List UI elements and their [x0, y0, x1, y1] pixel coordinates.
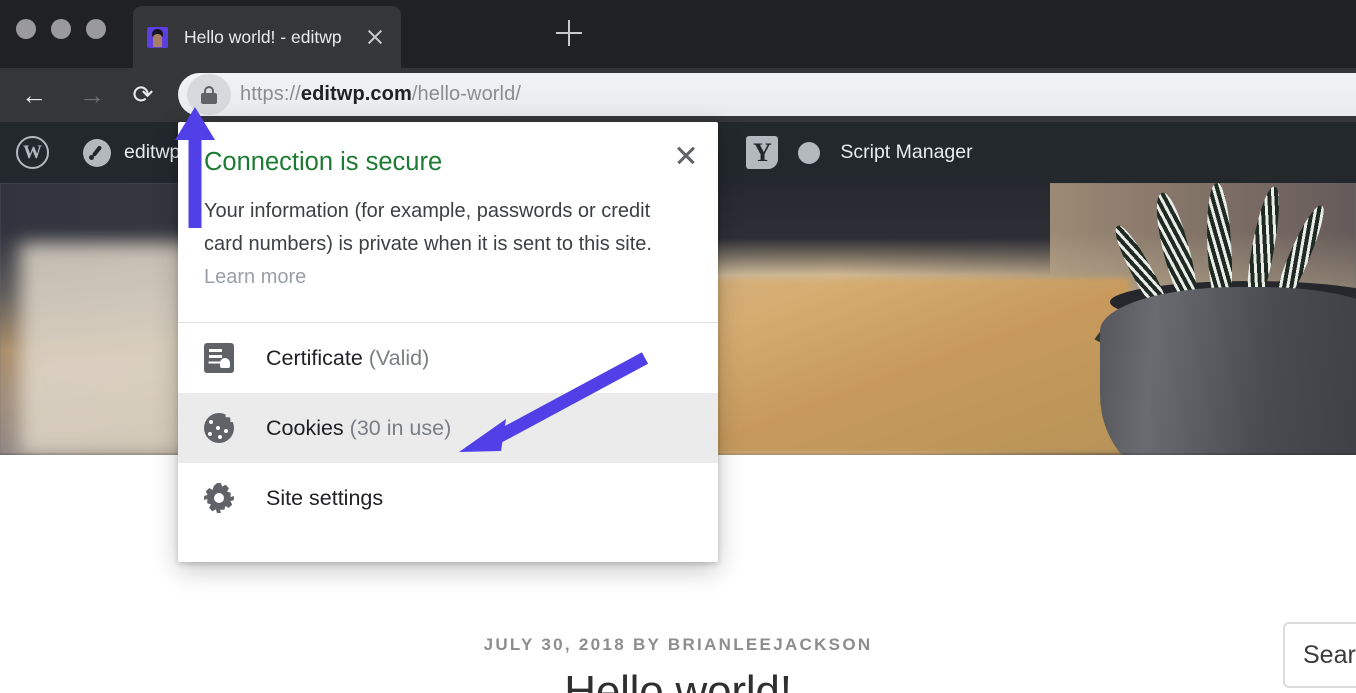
url-text: https://editwp.com/hello-world/	[240, 83, 521, 106]
browser-window: Hello world! - editwp ← → ⟳ https://edit…	[0, 0, 1356, 693]
dashboard-gauge-icon	[83, 139, 111, 167]
search-input[interactable]: Search …	[1283, 622, 1356, 688]
close-tab-icon[interactable]	[363, 25, 387, 49]
post-meta: JULY 30, 2018 BY BRIANLEEJACKSON	[0, 635, 1356, 655]
cookies-menu-item[interactable]: Cookies (30 in use)	[178, 393, 718, 463]
admin-bar-script-manager-item[interactable]: Script Manager	[840, 122, 972, 183]
connection-description: Your information (for example, passwords…	[204, 195, 692, 294]
connection-description-text: Your information (for example, passwords…	[204, 200, 652, 255]
tab-title: Hello world! - editwp	[184, 27, 359, 48]
status-circle-icon	[798, 142, 820, 164]
cookie-icon	[204, 413, 234, 443]
popup-header: Connection is secure Your information (f…	[204, 148, 692, 294]
wordpress-logo-icon: W	[16, 136, 49, 169]
avatar-favicon-icon	[147, 27, 168, 48]
admin-bar-status-item[interactable]	[798, 122, 840, 183]
cookies-label: Cookies (30 in use)	[266, 416, 451, 441]
gear-icon	[204, 483, 234, 513]
url-host: editwp.com	[301, 83, 412, 105]
close-window-button[interactable]	[16, 19, 36, 39]
script-manager-label: Script Manager	[840, 141, 972, 164]
url-scheme: https://	[240, 83, 301, 105]
certificate-icon	[204, 343, 234, 373]
site-settings-label: Site settings	[266, 486, 383, 511]
browser-tab-strip: Hello world! - editwp	[0, 0, 1356, 68]
browser-tab[interactable]: Hello world! - editwp	[133, 6, 401, 68]
site-info-lock-button[interactable]	[178, 73, 240, 116]
url-path: /hello-world/	[412, 83, 521, 105]
admin-bar-site-item[interactable]: editwp	[83, 122, 180, 183]
certificate-label-text: Certificate	[266, 346, 369, 370]
admin-bar-yoast-item[interactable]: Y	[746, 122, 798, 183]
site-settings-label-text: Site settings	[266, 486, 383, 510]
maximize-window-button[interactable]	[86, 19, 106, 39]
post-title: Hello world!	[0, 667, 1356, 693]
yoast-seo-icon: Y	[746, 136, 778, 169]
minimize-window-button[interactable]	[51, 19, 71, 39]
admin-bar-wp-logo-item[interactable]: W	[16, 122, 83, 183]
address-bar[interactable]: https://editwp.com/hello-world/	[178, 73, 1356, 116]
certificate-menu-item[interactable]: Certificate (Valid)	[178, 323, 718, 393]
certificate-status: (Valid)	[369, 346, 430, 370]
site-settings-menu-item[interactable]: Site settings	[178, 463, 718, 533]
learn-more-link[interactable]: Learn more	[204, 266, 306, 288]
reload-button[interactable]: ⟳	[128, 80, 158, 110]
forward-button[interactable]: →	[77, 80, 107, 110]
new-tab-button[interactable]	[556, 20, 582, 46]
certificate-label: Certificate (Valid)	[266, 346, 429, 371]
popup-menu: Certificate (Valid) Cookies (30 in use) …	[178, 323, 718, 533]
plant-pot	[1100, 287, 1356, 455]
cookies-count: (30 in use)	[350, 416, 452, 440]
window-controls[interactable]	[16, 19, 106, 39]
back-button[interactable]: ←	[19, 80, 49, 110]
connection-status-title: Connection is secure	[204, 148, 692, 177]
cookies-label-text: Cookies	[266, 416, 350, 440]
admin-bar-site-name: editwp	[124, 141, 180, 164]
lock-icon	[201, 86, 217, 104]
site-information-popup: Connection is secure Your information (f…	[178, 122, 718, 562]
